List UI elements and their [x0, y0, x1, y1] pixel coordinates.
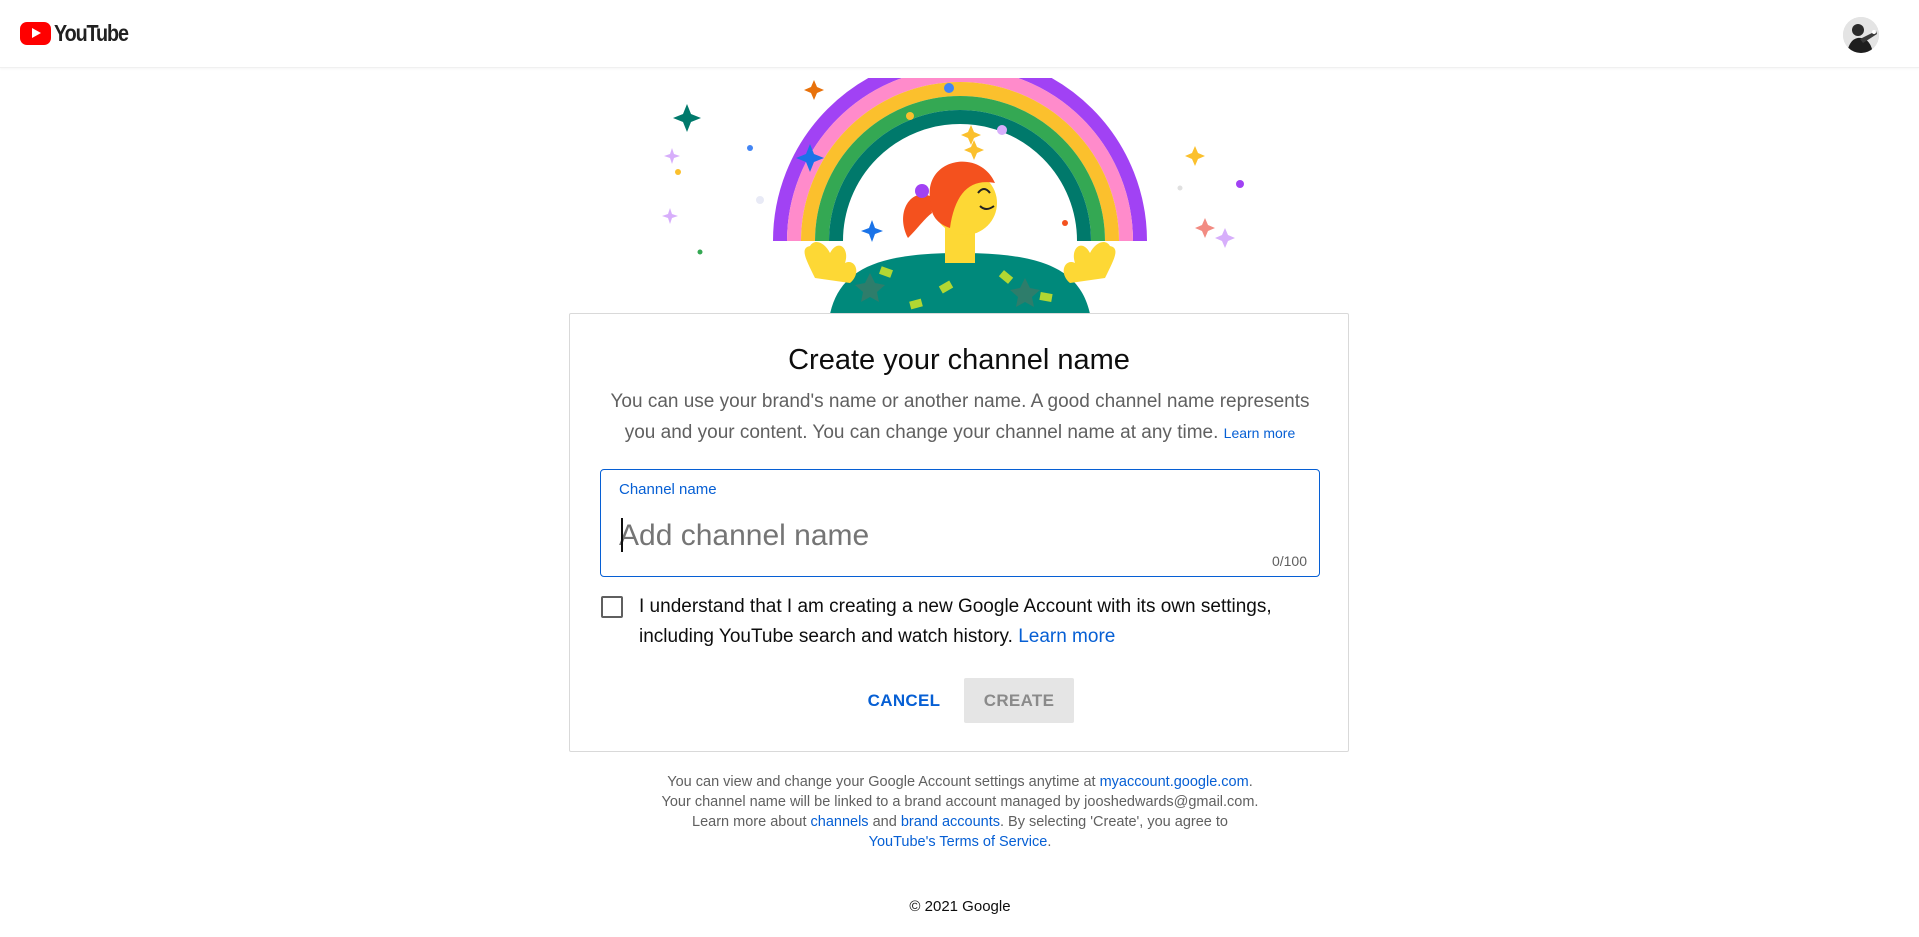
terms-of-service-link[interactable]: YouTube's Terms of Service [869, 834, 1048, 850]
description-text: You can use your brand's name or another… [610, 391, 1310, 443]
footer-line-3-b: and [872, 814, 897, 830]
footer-line-4-end: . [1047, 834, 1052, 850]
footer-line-3-c: . By selecting 'Create', you agree to [999, 814, 1228, 830]
footer-line-3: Learn more about channels and brand acco… [560, 812, 1360, 832]
dialog-title: Create your channel name [788, 344, 1130, 376]
youtube-logo[interactable]: YouTube [20, 20, 140, 46]
footer-line-1-text: You can view and change your Google Acco… [667, 774, 1096, 790]
logo-text: YouTube [54, 19, 129, 46]
footer-line-4: YouTube's Terms of Service. [560, 832, 1360, 852]
channels-link[interactable]: channels [811, 814, 869, 830]
cancel-button[interactable]: CANCEL [860, 678, 948, 723]
checkbox-label-text: I understand that I am creating a new Go… [639, 596, 1272, 647]
checkbox-label: I understand that I am creating a new Go… [639, 592, 1319, 652]
youtube-play-icon [20, 21, 51, 45]
character-counter: 0/100 [1271, 553, 1307, 569]
footer-line-1: You can view and change your Google Acco… [560, 772, 1360, 792]
checkbox-learn-more-link[interactable]: Learn more [1018, 626, 1115, 647]
copyright: © 2021 Google [909, 898, 1011, 915]
create-channel-dialog: Create your channel name You can use you… [569, 313, 1349, 752]
create-button[interactable]: CREATE [964, 678, 1074, 723]
footer-line-1-end: . [1248, 774, 1253, 790]
channel-name-input[interactable] [619, 514, 1279, 558]
footer-line-2: Your channel name will be linked to a br… [661, 794, 1259, 810]
channel-name-label: Channel name [619, 481, 717, 498]
footer-line-3-a: Learn more about [692, 814, 807, 830]
description-learn-more-link[interactable]: Learn more [1224, 425, 1296, 441]
myaccount-link[interactable]: myaccount.google.com [1100, 774, 1249, 790]
channel-name-field[interactable]: Channel name 0/100 [600, 469, 1320, 577]
rainbow-illustration [640, 78, 1280, 314]
user-avatar-icon[interactable] [1843, 17, 1879, 53]
footer-notes: You can view and change your Google Acco… [560, 772, 1360, 852]
brand-accounts-link[interactable]: brand accounts [901, 814, 1000, 830]
dialog-description: You can use your brand's name or another… [600, 386, 1320, 449]
account-understanding-checkbox[interactable] [601, 596, 623, 618]
top-bar: YouTube [0, 0, 1919, 68]
text-cursor [621, 518, 623, 552]
